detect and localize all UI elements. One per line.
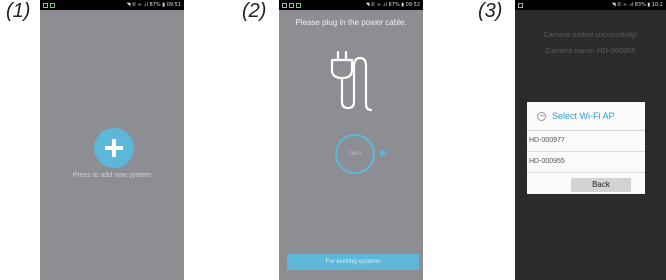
select-wifi-dialog: Select Wi-Fi AP HD-000977 HD-000955 Back xyxy=(527,102,645,194)
existing-systems-button[interactable]: For existing systems xyxy=(287,254,419,270)
step-label-1: (1) xyxy=(6,0,31,22)
wifi-icon xyxy=(537,111,546,121)
app-icon xyxy=(50,2,55,8)
dialog-header: Select Wi-Fi AP xyxy=(527,102,645,131)
status-info: ◥ ✆ ≈ .ıl 83% ▮ 10:2 xyxy=(611,2,663,8)
instruction-title: Please plug in the power cable. xyxy=(295,18,407,27)
status-bar: ◥ ✆ ≈ .ıl 87% ▮ 09:52 xyxy=(279,0,423,10)
phone-screen-3: ◥ ✆ ≈ .ıl 83% ▮ 10:2 Camera added succes… xyxy=(515,0,666,280)
camera-name-text: Camera name: HD-000955 xyxy=(545,46,636,55)
status-bar: ◥ ✆ ≈ .ıl 87% ▮ 09:51 xyxy=(40,0,184,10)
notification-icon xyxy=(289,2,294,8)
notification-icon xyxy=(282,2,287,8)
plus-icon xyxy=(105,139,123,157)
step-label-3: (3) xyxy=(478,0,503,22)
status-info: ◥ ✆ ≈ .ıl 87% ▮ 09:52 xyxy=(365,2,420,8)
add-system-caption: Press to add new system xyxy=(72,172,152,179)
ap-list-item[interactable]: HD-000977 xyxy=(527,131,645,152)
status-bar: ◥ ✆ ≈ .ıl 83% ▮ 10:2 xyxy=(515,0,666,10)
camera-added-message: Camera added successfully! xyxy=(543,30,638,39)
dialog-title: Select Wi-Fi AP xyxy=(552,111,615,121)
next-arrow-icon[interactable] xyxy=(380,149,387,157)
phone-screen-2: ◥ ✆ ≈ .ıl 87% ▮ 09:52 Please plug in the… xyxy=(279,0,423,280)
phone-screen-1: ◥ ✆ ≈ .ıl 87% ▮ 09:51 Press to add new s… xyxy=(40,0,184,280)
power-plug-icon xyxy=(330,50,373,112)
back-button[interactable]: Back xyxy=(571,178,631,192)
app-icon xyxy=(296,2,301,8)
next-label: Next xyxy=(348,151,362,157)
ap-list-item[interactable]: HD-000955 xyxy=(527,152,645,173)
status-info: ◥ ✆ ≈ .ıl 87% ▮ 09:51 xyxy=(126,2,181,8)
next-button[interactable]: Next xyxy=(335,134,375,174)
image-icon xyxy=(518,2,523,8)
notification-icon xyxy=(43,2,48,8)
step-label-2: (2) xyxy=(242,0,267,22)
add-system-button[interactable] xyxy=(94,128,134,168)
